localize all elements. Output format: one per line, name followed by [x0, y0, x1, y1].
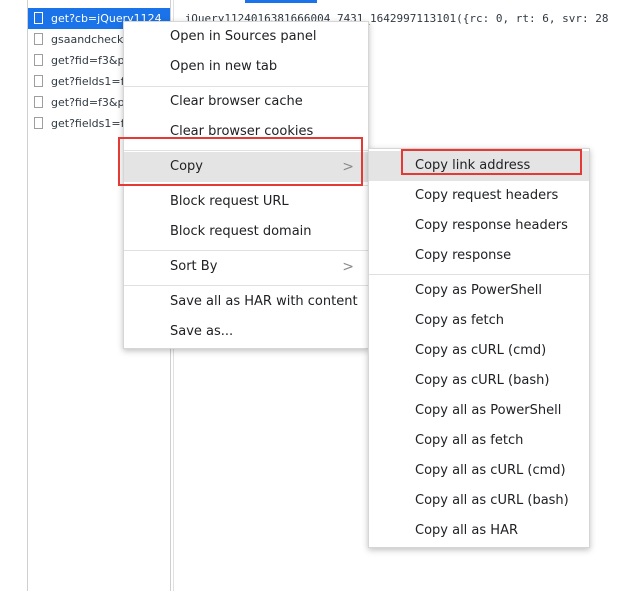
menu-item-copy-request-headers[interactable]: Copy request headers [369, 181, 589, 211]
menu-item-copy-all-as-fetch[interactable]: Copy all as fetch [369, 426, 589, 456]
menu-item-copy-all-as-curl-bash[interactable]: Copy all as cURL (bash) [369, 486, 589, 516]
menu-item-block-request-domain[interactable]: Block request domain [124, 217, 368, 247]
menu-item-sort-by-label: Sort By [170, 259, 218, 274]
menu-item-copy-response-headers[interactable]: Copy response headers [369, 211, 589, 241]
request-name: get?fields1=f1 [51, 117, 132, 130]
menu-item-copy-as-powershell[interactable]: Copy as PowerShell [369, 276, 589, 306]
menu-item-copy-all-as-curl-cmd[interactable]: Copy all as cURL (cmd) [369, 456, 589, 486]
highlight-box-copy [118, 137, 363, 186]
menu-item-open-in-sources[interactable]: Open in Sources panel [124, 22, 368, 52]
document-icon [34, 12, 43, 24]
menu-item-sort-by[interactable]: Sort By > [124, 252, 368, 282]
document-icon [34, 117, 43, 129]
menu-item-copy-all-as-har[interactable]: Copy all as HAR [369, 516, 589, 546]
menu-separator [369, 274, 589, 275]
menu-item-copy-response[interactable]: Copy response [369, 241, 589, 271]
active-tab-indicator [245, 0, 317, 3]
request-name: get?fields1=f1 [51, 75, 132, 88]
menu-item-block-request-url[interactable]: Block request URL [124, 187, 368, 217]
highlight-box-copy-link-address [401, 149, 582, 175]
document-icon [34, 75, 43, 87]
menu-item-save-all-as-har[interactable]: Save all as HAR with content [124, 287, 368, 317]
menu-item-copy-all-as-powershell[interactable]: Copy all as PowerShell [369, 396, 589, 426]
menu-separator [124, 285, 368, 286]
request-name: get?fid=f3&pi [51, 96, 128, 109]
menu-item-copy-as-curl-cmd[interactable]: Copy as cURL (cmd) [369, 336, 589, 366]
menu-separator [124, 250, 368, 251]
request-name: get?fid=f3&pi [51, 54, 128, 67]
chevron-right-icon: > [342, 259, 354, 275]
menu-item-clear-browser-cache[interactable]: Clear browser cache [124, 87, 368, 117]
document-icon [34, 54, 43, 66]
document-icon [34, 33, 43, 45]
request-name: gsaandcheck? [51, 33, 130, 46]
menu-item-copy-as-curl-bash[interactable]: Copy as cURL (bash) [369, 366, 589, 396]
menu-item-open-in-new-tab[interactable]: Open in new tab [124, 52, 368, 82]
menu-item-save-as[interactable]: Save as... [124, 317, 368, 347]
document-icon [34, 96, 43, 108]
copy-submenu: Copy link address Copy request headers C… [368, 148, 590, 548]
left-gutter [0, 0, 28, 591]
menu-item-copy-as-fetch[interactable]: Copy as fetch [369, 306, 589, 336]
